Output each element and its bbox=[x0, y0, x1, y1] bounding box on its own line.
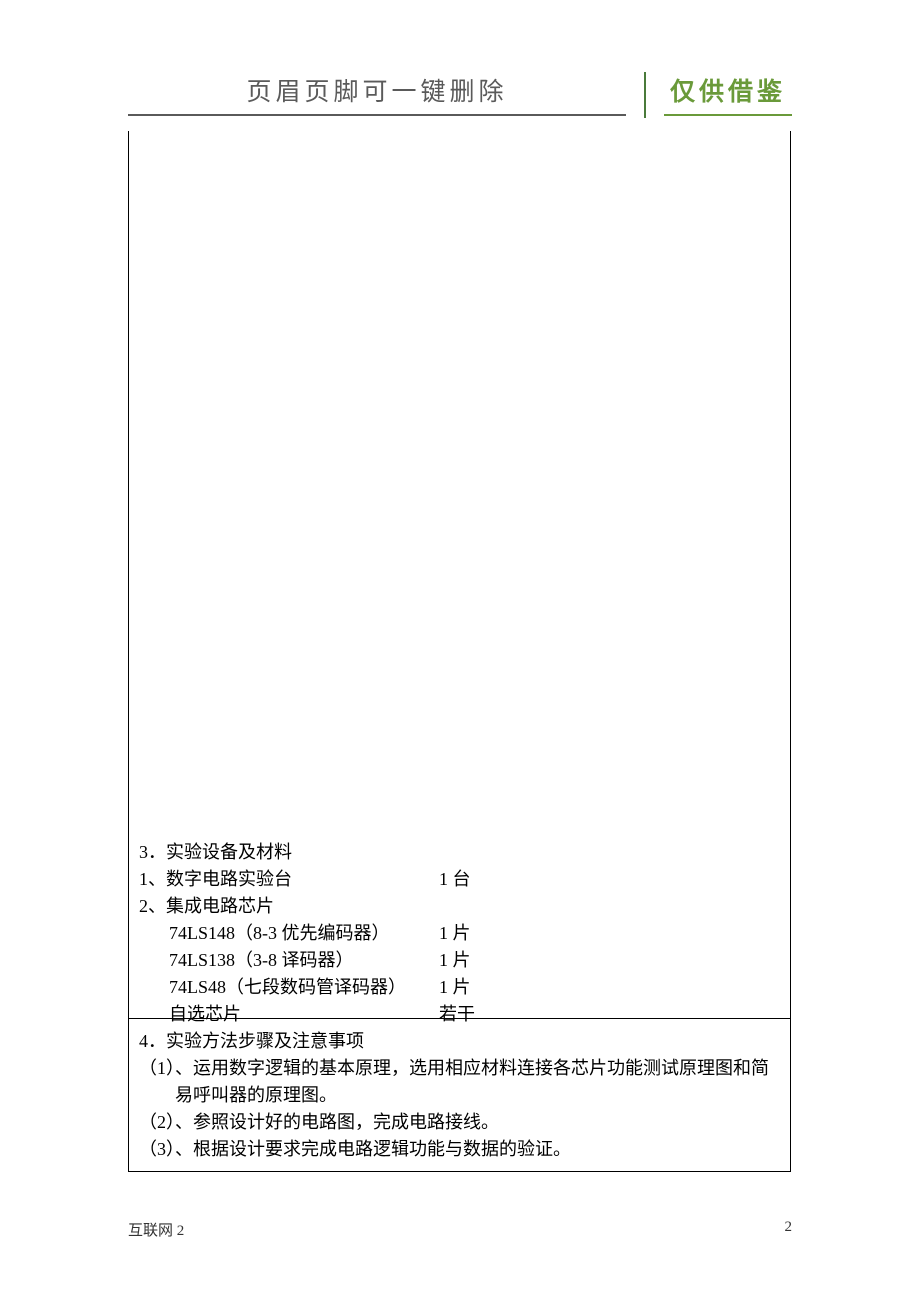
section-4-title: 4．实验方法步骤及注意事项 bbox=[139, 1028, 779, 1055]
section-equipment: 3．实验设备及材料 1、数字电路实验台 1 台 2、集成电路芯片 74LS148… bbox=[139, 839, 779, 1028]
page-number: 2 bbox=[785, 1219, 793, 1240]
section-divider bbox=[128, 1018, 791, 1019]
equipment-row: 2、集成电路芯片 bbox=[139, 893, 779, 920]
section-methods: 4．实验方法步骤及注意事项 （1）、运用数字逻辑的基本原理，选用相应材料连接各芯… bbox=[139, 1028, 779, 1163]
method-step: （3）、根据设计要求完成电路逻辑功能与数据的验证。 bbox=[139, 1136, 779, 1163]
equipment-qty: 1 台 bbox=[439, 866, 471, 893]
equipment-row: 自选芯片 若干 bbox=[139, 1001, 779, 1028]
equipment-label: 74LS138（3-8 译码器） bbox=[139, 947, 439, 974]
method-step: （2）、参照设计好的电路图，完成电路接线。 bbox=[139, 1109, 779, 1136]
header-right-text: 仅供借鉴 bbox=[664, 72, 792, 116]
equipment-label: 74LS48（七段数码管译码器） bbox=[139, 974, 439, 1001]
method-step-cont: 易呼叫器的原理图。 bbox=[139, 1082, 779, 1109]
equipment-row: 1、数字电路实验台 1 台 bbox=[139, 866, 779, 893]
equipment-qty: 1 片 bbox=[439, 974, 471, 1001]
equipment-qty: 1 片 bbox=[439, 920, 471, 947]
equipment-row: 74LS138（3-8 译码器） 1 片 bbox=[139, 947, 779, 974]
section-divider bbox=[128, 1171, 791, 1172]
equipment-row: 74LS148（8-3 优先编码器） 1 片 bbox=[139, 920, 779, 947]
equipment-label: 74LS148（8-3 优先编码器） bbox=[139, 920, 439, 947]
page-header: 页眉页脚可一键删除 仅供借鉴 bbox=[0, 72, 920, 116]
page-footer: 互联网 2 2 bbox=[128, 1219, 792, 1240]
equipment-row: 74LS48（七段数码管译码器） 1 片 bbox=[139, 974, 779, 1001]
equipment-qty: 1 片 bbox=[439, 947, 471, 974]
section-3-title: 3．实验设备及材料 bbox=[139, 839, 779, 866]
header-left-text: 页眉页脚可一键删除 bbox=[128, 72, 626, 116]
equipment-label: 自选芯片 bbox=[139, 1001, 439, 1028]
equipment-label: 2、集成电路芯片 bbox=[139, 893, 439, 920]
equipment-qty: 若干 bbox=[439, 1001, 475, 1028]
method-step: （1）、运用数字逻辑的基本原理，选用相应材料连接各芯片功能测试原理图和简 bbox=[139, 1055, 779, 1082]
footer-left: 互联网 2 bbox=[128, 1219, 184, 1240]
equipment-label: 1、数字电路实验台 bbox=[139, 866, 439, 893]
header-divider bbox=[644, 72, 646, 118]
